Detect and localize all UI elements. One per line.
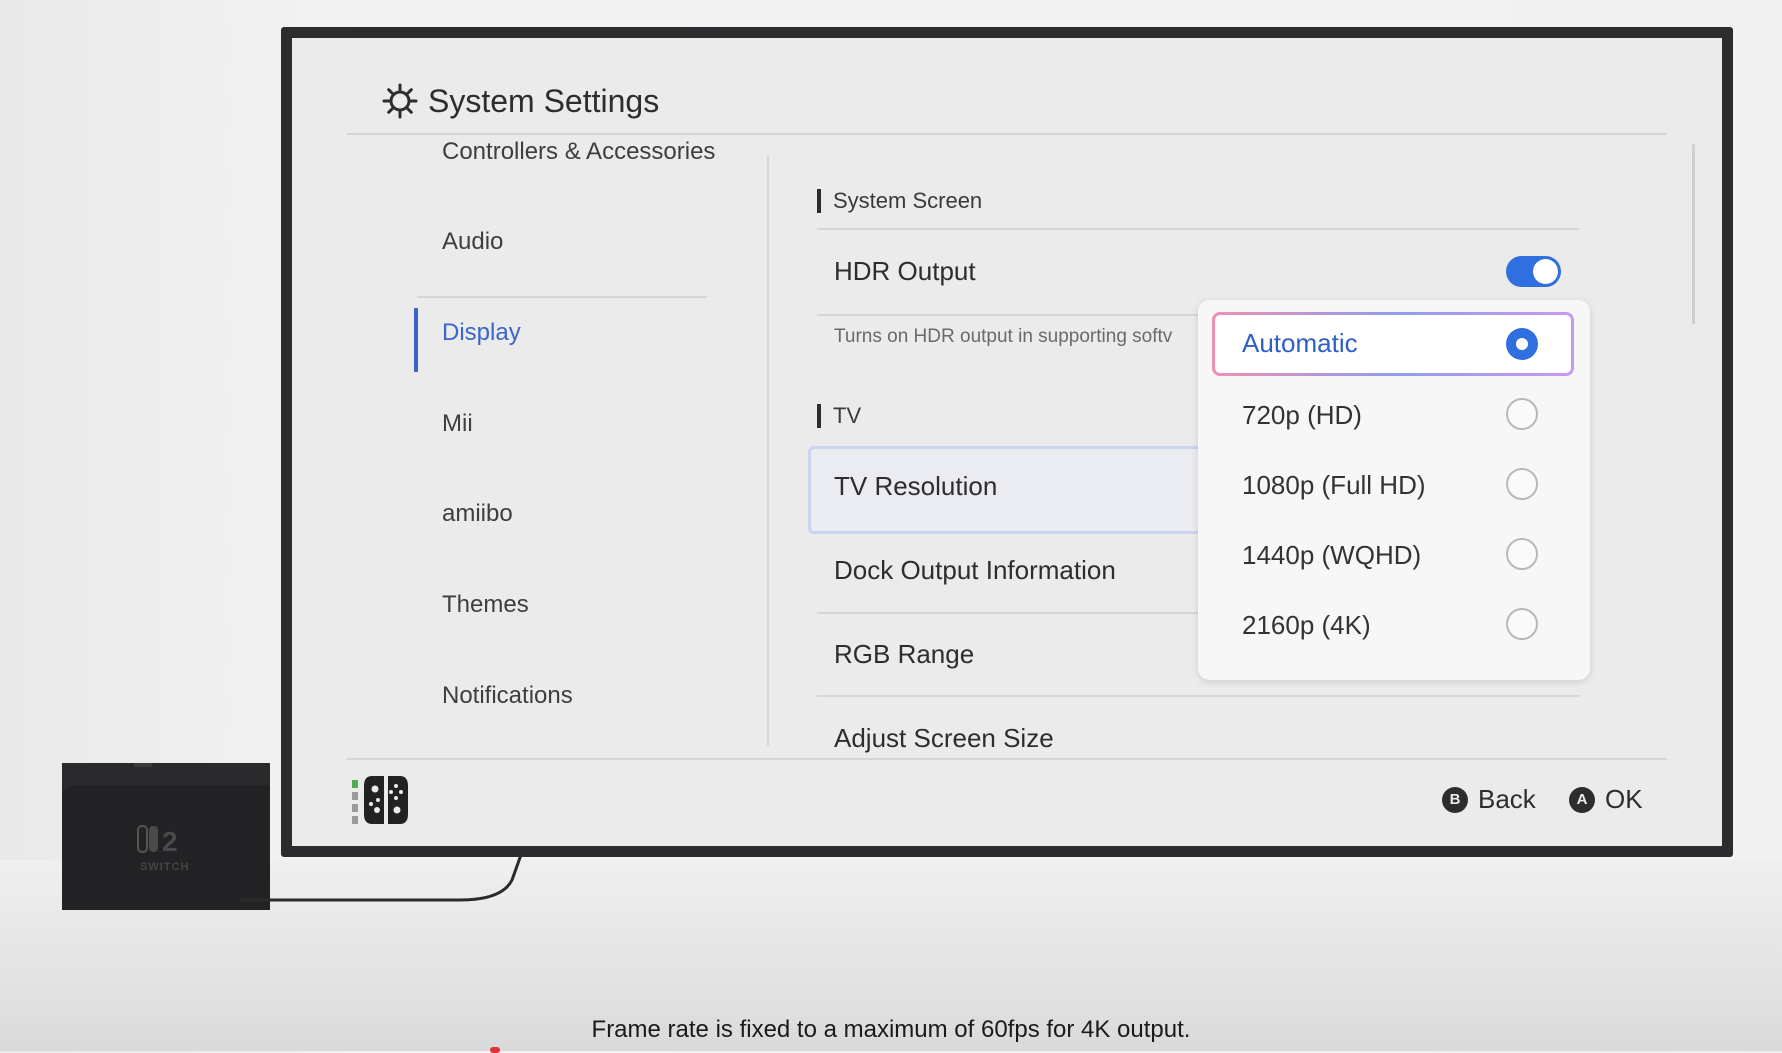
sidebar-item-amiibo[interactable]: amiibo <box>442 494 513 534</box>
sidebar-item-controllers[interactable]: Controllers & Accessories <box>442 132 715 172</box>
radio-empty-icon <box>1506 608 1538 640</box>
resolution-option-2160p[interactable]: 2160p (4K) <box>1212 594 1574 658</box>
row-divider <box>817 695 1579 697</box>
radio-selected-icon <box>1506 328 1538 360</box>
sidebar-divider <box>417 296 707 298</box>
radio-empty-icon <box>1506 398 1538 430</box>
radio-empty-icon <box>1506 538 1538 570</box>
hdr-output-hint: Turns on HDR output in supporting softv <box>834 326 1173 347</box>
section-heading-system-screen: System Screen <box>817 188 982 214</box>
ok-label: OK <box>1605 784 1643 814</box>
page-title: System Settings <box>428 82 660 119</box>
section-marker <box>817 404 821 428</box>
option-label: 2160p (4K) <box>1242 610 1371 640</box>
b-button-icon: B <box>1442 786 1468 813</box>
section-heading-label: System Screen <box>833 188 983 213</box>
adjust-screen-size-label[interactable]: Adjust Screen Size <box>834 723 1054 754</box>
joy-con-icon <box>352 776 408 824</box>
sidebar-vertical-divider <box>767 156 769 746</box>
section-heading-label: TV <box>833 403 862 428</box>
resolution-option-1080p[interactable]: 1080p (Full HD) <box>1212 454 1574 518</box>
tv-screen: System Settings Controllers & Accessorie… <box>292 38 1722 846</box>
sidebar-item-notifications[interactable]: Notifications <box>442 676 573 716</box>
resolution-option-automatic[interactable]: Automatic <box>1212 312 1574 376</box>
tv-resolution-dropdown: Automatic 720p (HD) 1080p (Full HD) 1440… <box>1198 300 1590 680</box>
active-indicator <box>414 308 418 372</box>
option-label: Automatic <box>1242 328 1358 358</box>
a-button-icon: A <box>1569 786 1595 813</box>
section-marker <box>817 189 821 213</box>
hdmi-cable <box>240 851 524 902</box>
sidebar: Controllers & Accessories Audio Display … <box>292 128 782 788</box>
svg-text:SWITCH: SWITCH <box>140 861 189 873</box>
page-header: System Settings <box>382 71 659 131</box>
ok-button[interactable]: A OK <box>1569 784 1643 815</box>
section-heading-tv: TV <box>817 403 861 429</box>
radio-empty-icon <box>1506 468 1538 500</box>
back-label: Back <box>1478 784 1536 814</box>
svg-text:2: 2 <box>162 826 178 857</box>
sidebar-item-display[interactable]: Display <box>442 313 521 353</box>
resolution-option-720p[interactable]: 720p (HD) <box>1212 384 1574 448</box>
sidebar-item-mii[interactable]: Mii <box>442 404 473 444</box>
toggle-knob <box>1533 259 1558 284</box>
gear-icon <box>382 83 418 119</box>
option-label: 720p (HD) <box>1242 400 1362 430</box>
hdr-output-label[interactable]: HDR Output <box>834 256 976 287</box>
video-caption: Frame rate is fixed to a maximum of 60fp… <box>591 1016 1191 1043</box>
option-label: 1080p (Full HD) <box>1242 470 1426 500</box>
tv-resolution-label[interactable]: TV Resolution <box>834 471 997 502</box>
footer-divider <box>347 758 1667 760</box>
option-label: 1440p (WQHD) <box>1242 540 1422 570</box>
sidebar-item-audio[interactable]: Audio <box>442 222 503 262</box>
scrollbar[interactable] <box>1692 144 1695 324</box>
rgb-range-label[interactable]: RGB Range <box>834 639 974 670</box>
sidebar-item-themes[interactable]: Themes <box>442 585 529 625</box>
progress-indicator <box>490 1047 500 1053</box>
back-button[interactable]: B Back <box>1442 784 1536 815</box>
hdr-output-toggle[interactable] <box>1506 256 1561 287</box>
resolution-option-1440p[interactable]: 1440p (WQHD) <box>1212 524 1574 588</box>
dock-output-info-label[interactable]: Dock Output Information <box>834 555 1116 586</box>
row-divider <box>817 228 1579 230</box>
